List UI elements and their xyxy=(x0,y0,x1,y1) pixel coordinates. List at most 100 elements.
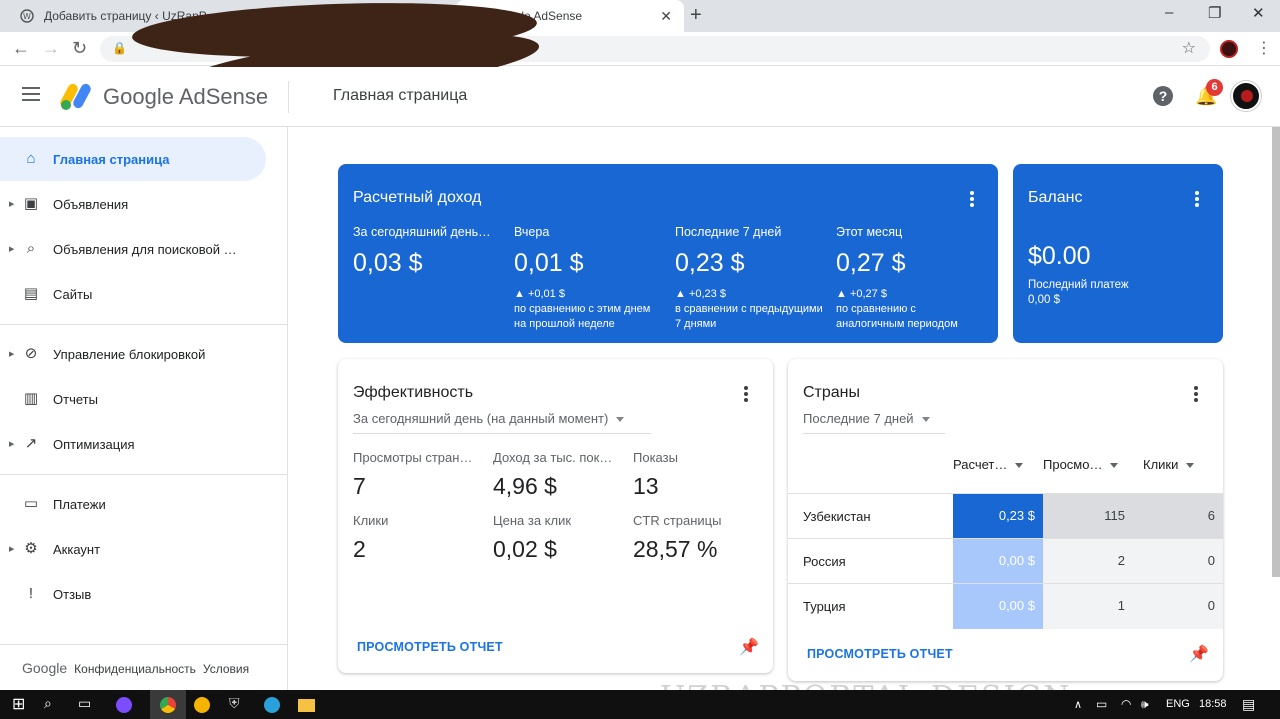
period-dropdown[interactable]: За сегодняшний день (на данный момент) xyxy=(353,411,651,434)
earnings-value: 0,03 $ xyxy=(353,249,423,277)
column-header-clicks[interactable]: Клики xyxy=(1143,457,1195,472)
expand-caret-icon[interactable]: ▶ xyxy=(9,350,14,358)
sidebar-item-reports[interactable]: ▥ Отчеты xyxy=(0,377,266,421)
help-icon[interactable]: ? xyxy=(1153,86,1173,106)
sidebar-item-label: Платежи xyxy=(53,496,106,512)
earnings-today: За сегодняшний день… 0,03 $ xyxy=(353,225,503,278)
user-avatar[interactable] xyxy=(1231,81,1261,111)
period-dropdown[interactable]: Последние 7 дней xyxy=(803,411,945,434)
header-divider xyxy=(288,81,289,113)
table-row[interactable]: Турция 0,00 $ 1 0 xyxy=(788,583,1223,629)
action-center-icon[interactable]: ▤ xyxy=(1242,696,1255,713)
alice-assistant-icon[interactable] xyxy=(116,697,132,713)
earnings-last-7-days: Последние 7 дней 0,23 $ ▲ +0,23 $ в срав… xyxy=(675,225,825,332)
expand-caret-icon[interactable]: ▶ xyxy=(9,245,14,253)
account-gear-icon: ⚙ xyxy=(24,540,38,557)
search-ads-icon: ⌕ xyxy=(26,240,36,257)
earnings-note: по сравнению с аналогичным периодом xyxy=(836,303,958,330)
terms-link[interactable]: Условия xyxy=(203,662,249,676)
sort-arrow-icon xyxy=(1110,463,1119,469)
new-tab-button[interactable]: + xyxy=(690,4,702,27)
sidebar-item-account[interactable]: ▶ ⚙ Аккаунт xyxy=(0,527,266,571)
sidebar-footer: Google Конфиденциальность Условия xyxy=(22,660,249,676)
forward-icon[interactable]: → xyxy=(42,38,60,59)
earnings-cell: 0,00 $ xyxy=(953,584,1043,629)
taskbar-search-icon[interactable]: ⌕ xyxy=(44,695,52,712)
pin-icon[interactable]: 📌 xyxy=(1189,644,1209,664)
table-row[interactable]: Россия 0,00 $ 2 0 xyxy=(788,538,1223,584)
wifi-icon[interactable]: ◠ xyxy=(1121,697,1131,711)
expand-caret-icon[interactable]: ▶ xyxy=(9,440,14,448)
more-options-icon[interactable] xyxy=(744,386,748,404)
more-options-icon[interactable] xyxy=(1194,386,1198,404)
telegram-icon[interactable] xyxy=(264,697,280,713)
expand-caret-icon[interactable]: ▶ xyxy=(9,545,14,553)
main-menu-icon[interactable] xyxy=(22,87,40,101)
pin-icon[interactable]: 📌 xyxy=(739,637,759,657)
sidebar-item-feedback[interactable]: ! Отзыв xyxy=(0,572,266,616)
ads-icon: ▣ xyxy=(23,195,39,212)
home-icon: ⌂ xyxy=(26,150,36,167)
back-icon[interactable]: ← xyxy=(12,38,30,59)
battery-icon[interactable]: ▭ xyxy=(1096,697,1107,711)
close-tab-icon[interactable]: ✕ xyxy=(660,8,672,25)
tray-expand-icon[interactable]: ∧ xyxy=(1074,698,1082,711)
task-view-icon[interactable]: ▭ xyxy=(78,695,91,712)
sidebar-item-payments[interactable]: ▭ Платежи xyxy=(0,482,266,526)
clicks-cell: 6 xyxy=(1133,494,1223,539)
balance-value: $0.00 xyxy=(1028,242,1091,270)
earnings-yesterday: Вчера 0,01 $ ▲ +0,01 $ по сравнению с эт… xyxy=(514,225,664,332)
more-options-icon[interactable] xyxy=(970,191,974,209)
sidebar-item-search-ads[interactable]: ▶ ⌕ Объявления для поисковой … xyxy=(0,227,266,271)
sidebar-item-home[interactable]: ⌂ Главная страница xyxy=(0,137,266,181)
file-explorer-icon[interactable] xyxy=(298,699,315,712)
bookmark-star-icon[interactable]: ☆ xyxy=(1182,38,1196,58)
footer-google-logo: Google xyxy=(22,660,68,676)
page-scrollbar[interactable] xyxy=(1272,127,1280,577)
close-window-button[interactable]: ✕ xyxy=(1252,4,1265,22)
column-header-views[interactable]: Просмо… xyxy=(1043,457,1119,472)
more-options-icon[interactable] xyxy=(1195,191,1199,209)
minimize-button[interactable]: – xyxy=(1165,4,1173,21)
optimization-icon: ↗ xyxy=(24,435,38,452)
column-header-earnings[interactable]: Расчет… xyxy=(953,457,1024,472)
sidebar-item-sites[interactable]: ▤ Сайты xyxy=(0,272,266,316)
views-cell: 2 xyxy=(1043,539,1133,584)
views-cell: 115 xyxy=(1043,494,1133,539)
app-logo-text: Google AdSense xyxy=(103,84,269,109)
maximize-button[interactable]: ❐ xyxy=(1208,4,1221,22)
earnings-delta: ▲ +0,01 $ xyxy=(514,288,565,300)
earnings-value: 0,23 $ xyxy=(675,249,745,277)
keyboard-language[interactable]: ENG xyxy=(1166,698,1190,710)
reload-icon[interactable]: ↻ xyxy=(72,38,87,59)
expand-caret-icon[interactable]: ▶ xyxy=(9,200,14,208)
lock-icon: 🔒 xyxy=(112,41,127,55)
view-report-link[interactable]: ПРОСМОТРЕТЬ ОТЧЕТ xyxy=(357,640,503,654)
privacy-link[interactable]: Конфиденциальность xyxy=(74,662,196,676)
windows-start-icon[interactable]: ⊞ xyxy=(12,694,25,714)
sidebar-item-ads[interactable]: ▶ ▣ Объявления xyxy=(0,182,266,226)
table-row[interactable]: Узбекистан 0,23 $ 115 6 xyxy=(788,493,1223,539)
sidebar-item-blocking[interactable]: ▶ ⊘ Управление блокировкой xyxy=(0,332,266,376)
clock[interactable]: 18:58 xyxy=(1199,698,1227,710)
metric-label: Цена за клик xyxy=(493,513,572,528)
earnings-label: Вчера xyxy=(514,225,550,239)
metric-value: 0,02 $ xyxy=(493,536,557,562)
browser-profile-avatar[interactable] xyxy=(1220,40,1238,58)
period-dropdown-value: Последние 7 дней xyxy=(803,411,914,426)
metric-label: Показы xyxy=(633,450,678,465)
view-report-link[interactable]: ПРОСМОТРЕТЬ ОТЧЕТ xyxy=(807,647,953,661)
avast-icon[interactable] xyxy=(194,697,210,713)
sidebar-divider xyxy=(0,474,288,475)
app-header: Google AdSense Главная страница ? 🔔 6 xyxy=(0,67,1280,127)
volume-icon[interactable]: 🕪 xyxy=(1141,697,1149,712)
payments-icon: ▭ xyxy=(23,495,39,512)
metric-value: 28,57 % xyxy=(633,536,718,562)
browser-menu-icon[interactable]: ⋮ xyxy=(1256,38,1272,58)
sidebar-item-label: Аккаунт xyxy=(53,541,101,557)
earnings-note: по сравнению с этим днем на прошлой неде… xyxy=(514,303,651,330)
vpn-shield-icon[interactable]: ⛨ xyxy=(229,695,240,712)
clicks-cell: 0 xyxy=(1133,539,1223,584)
sidebar-item-optimization[interactable]: ▶ ↗ Оптимизация xyxy=(0,422,266,466)
metric-value: 13 xyxy=(633,473,659,499)
